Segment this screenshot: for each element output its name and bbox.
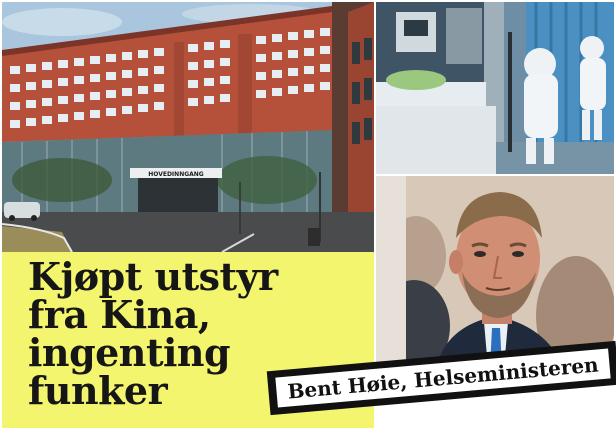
entrance-sign: HOVEDINNGANG	[148, 171, 204, 178]
headline-line-1: Kjøpt utstyr	[28, 254, 278, 299]
minister-portrait-photo	[376, 176, 614, 368]
headline-line-2: fra Kina,	[28, 292, 211, 337]
hospital-building-photo: HOVEDINNGANG	[2, 2, 374, 252]
intensive-care-photo	[376, 2, 614, 174]
news-collage: HOVEDINNGANG Kjøpt utstyr fra Kina, inge…	[0, 0, 616, 430]
